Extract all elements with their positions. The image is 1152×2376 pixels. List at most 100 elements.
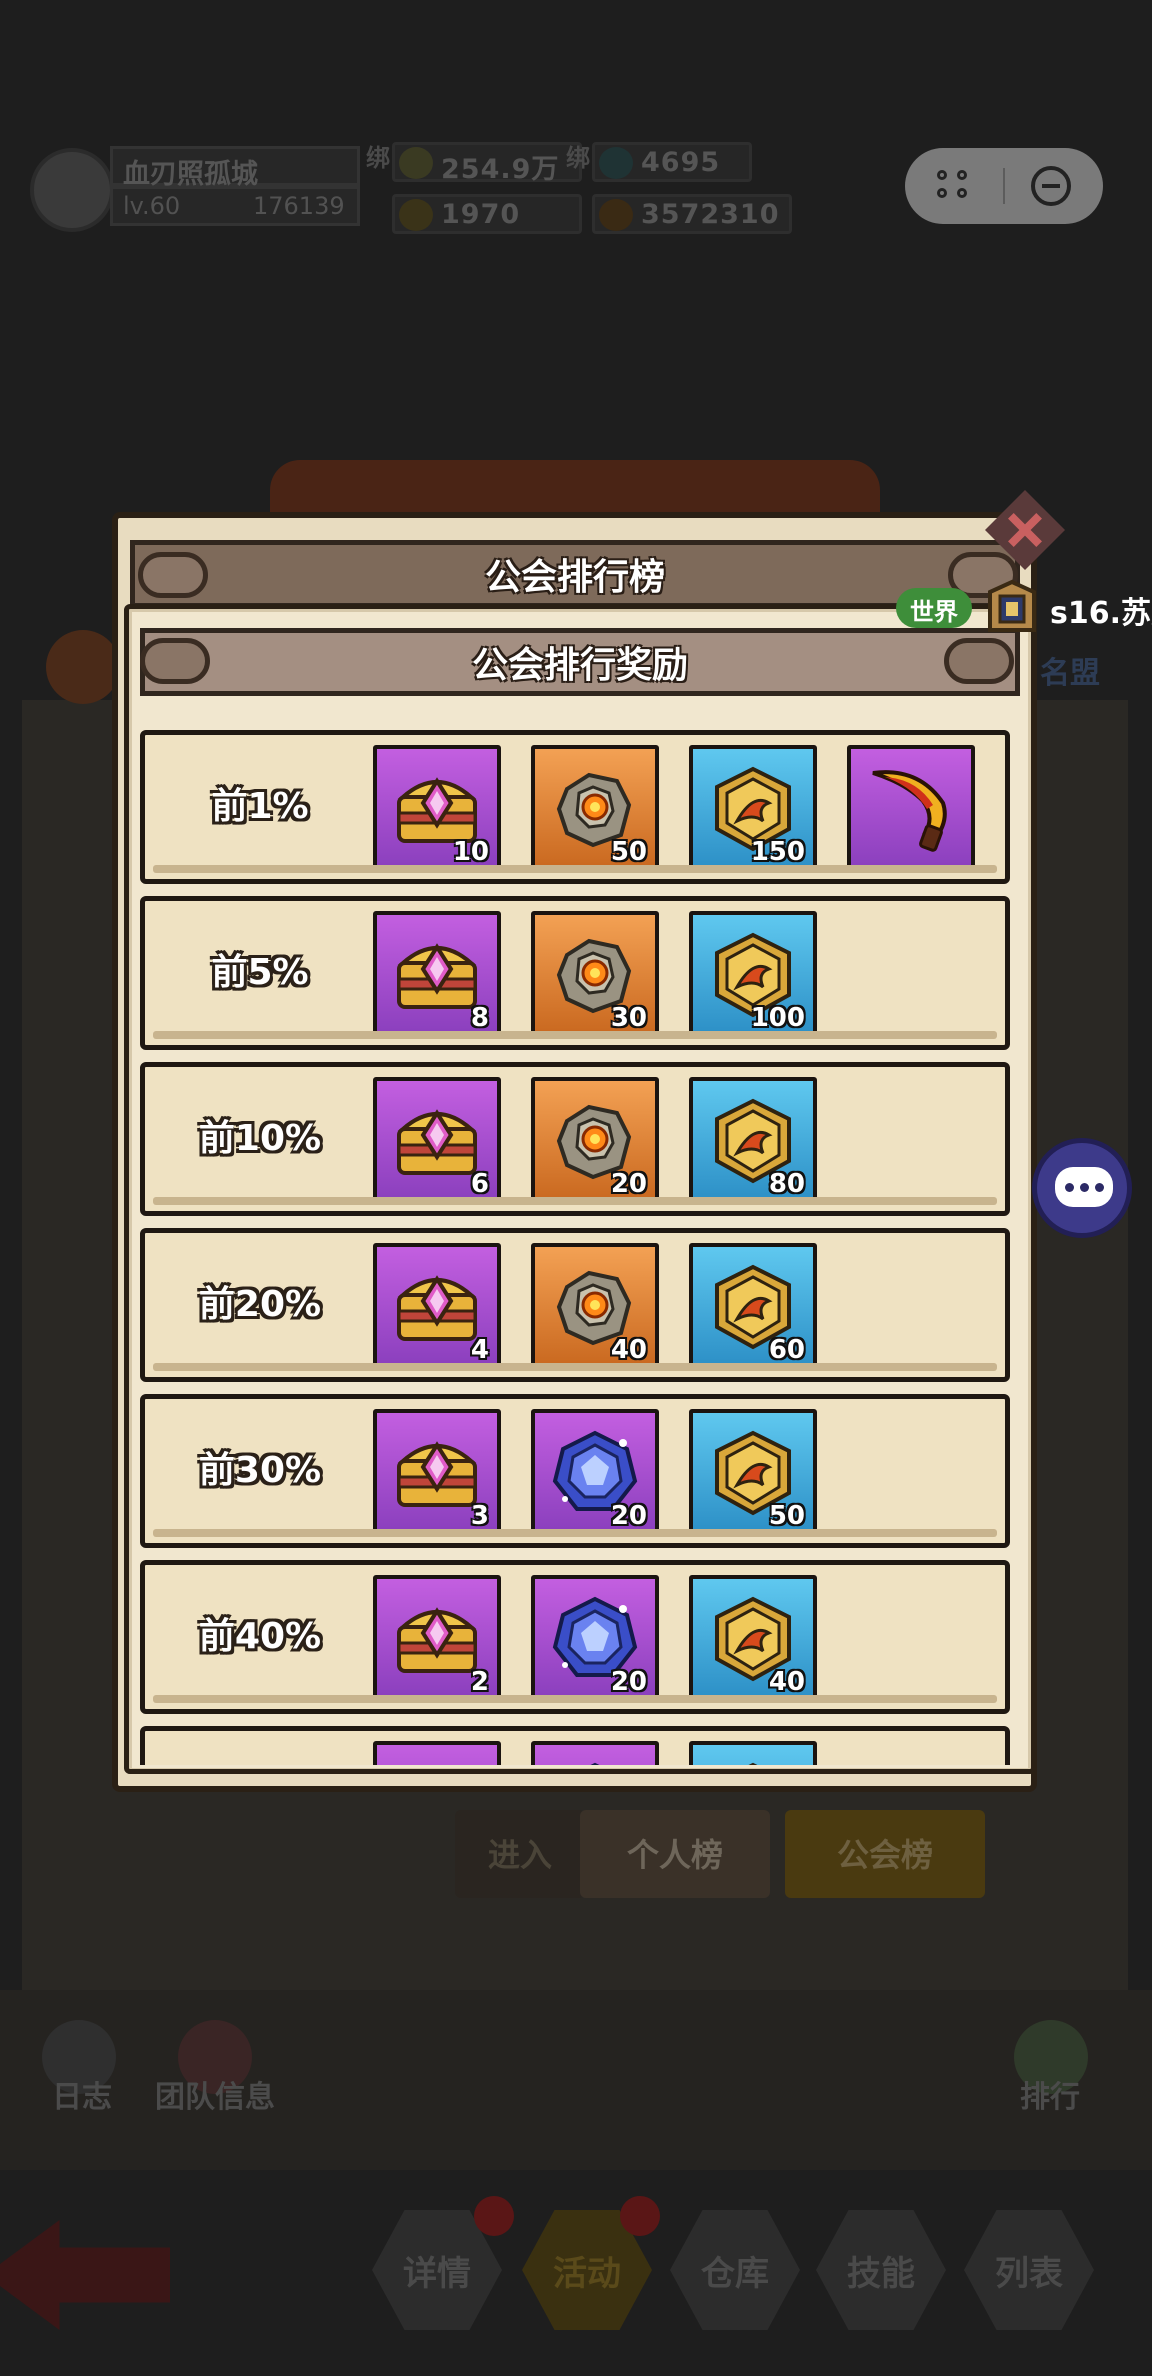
reward-panel-title: 公会排行奖励 (471, 645, 688, 686)
player-avatar[interactable] (30, 148, 114, 232)
reward-row: 前40% 2 20 40 (140, 1560, 1010, 1714)
coin-currency: 3572310 (592, 194, 792, 234)
chat-icon[interactable] (1032, 1138, 1132, 1238)
item-count: 60 (768, 1335, 805, 1365)
rank-tier-label: 前30% (198, 1450, 322, 1491)
reward-item-treasure-chest[interactable]: 2 (373, 1575, 501, 1703)
reward-item-gold-emblem[interactable]: 60 (689, 1243, 817, 1371)
treasure-chest-icon (391, 1427, 483, 1519)
minimize-icon[interactable] (1031, 166, 1071, 206)
reward-item-fire-ore[interactable]: 40 (531, 1243, 659, 1371)
reward-item-fire-ore[interactable]: 30 (531, 911, 659, 1039)
notification-badge (620, 2196, 660, 2236)
bound-gold-currency: 254.9万 (392, 142, 582, 185)
reward-item-treasure-chest[interactable]: 10 (373, 745, 501, 873)
reward-row (140, 1726, 1010, 1765)
gold-emblem-icon (707, 1759, 799, 1765)
ranking-label[interactable]: 排行 (1020, 2072, 1080, 2116)
rank-tier-label: 前20% (198, 1284, 322, 1325)
reward-item-treasure-chest[interactable]: 8 (373, 911, 501, 1039)
item-count: 20 (610, 1169, 647, 1199)
player-info: 血刃照孤城 lv.60 176139 (30, 140, 360, 232)
team-info-label[interactable]: 团队信息 (155, 2072, 275, 2116)
world-chat-message[interactable]: s16.苏灯 (1050, 588, 1152, 632)
item-count: 20 (610, 1501, 647, 1531)
item-count: 150 (750, 837, 805, 867)
guild-crest-icon (988, 579, 1036, 632)
reward-item-treasure-chest[interactable]: 4 (373, 1243, 501, 1371)
tab-personal-rank[interactable]: 个人榜 (580, 1810, 770, 1898)
back-arrow-icon[interactable] (0, 2220, 170, 2330)
star-currency: 1970 (392, 194, 582, 234)
region-label: 名盟 (1040, 656, 1100, 691)
log-label[interactable]: 日志 (52, 2072, 112, 2116)
reward-list[interactable]: 前1% 10 50 150 前5% 8 30 100 前10% 6 20 80 前20% 4 40 60 前30… (136, 730, 1026, 1765)
bind-label-2: 绑 (566, 144, 590, 172)
player-level: lv.60 (123, 192, 181, 220)
enter-button[interactable]: 进入 (455, 1810, 585, 1898)
mini-program-capsule (905, 148, 1103, 224)
world-channel-tag[interactable]: 世界 (896, 588, 972, 628)
rank-tier-label: 前1% (211, 786, 309, 827)
item-count: 30 (610, 1003, 647, 1033)
nav-warehouse[interactable]: 仓库 (670, 2210, 800, 2330)
flame-dagger-icon (865, 763, 957, 855)
treasure-chest-icon (391, 1261, 483, 1353)
reward-item-gold-emblem[interactable]: 50 (689, 1409, 817, 1537)
reward-row: 前10% 6 20 80 (140, 1062, 1010, 1216)
item-count: 8 (470, 1003, 489, 1033)
player-level-box: lv.60 176139 (110, 186, 360, 226)
item-count: 80 (768, 1169, 805, 1199)
item-count: 50 (610, 837, 647, 867)
rank-tier-label: 前10% (198, 1118, 322, 1159)
item-count: 20 (610, 1667, 647, 1697)
help-icon[interactable] (46, 630, 120, 704)
player-power: 176139 (253, 192, 345, 220)
reward-item-gold-emblem[interactable]: 80 (689, 1077, 817, 1205)
nav-skills[interactable]: 技能 (816, 2210, 946, 2330)
reward-item-fire-ore[interactable]: 50 (531, 745, 659, 873)
star-value: 1970 (441, 199, 521, 230)
reward-item-blue-gem[interactable]: 20 (531, 1409, 659, 1537)
item-count: 50 (768, 1501, 805, 1531)
reward-item-blue-gem[interactable] (531, 1741, 659, 1765)
rank-tier-label: 前40% (198, 1616, 322, 1657)
star-icon (399, 199, 433, 231)
reward-row: 前1% 10 50 150 (140, 730, 1010, 884)
treasure-chest-icon (391, 1095, 483, 1187)
gem-icon (599, 147, 633, 179)
reward-item-treasure-chest[interactable]: 3 (373, 1409, 501, 1537)
reward-item-fire-ore[interactable]: 20 (531, 1077, 659, 1205)
coin-value: 3572310 (641, 199, 780, 230)
nav-list[interactable]: 列表 (964, 2210, 1094, 2330)
reward-row: 前20% 4 40 60 (140, 1228, 1010, 1382)
treasure-chest-icon (391, 1759, 483, 1765)
item-count: 40 (768, 1667, 805, 1697)
notification-badge (474, 2196, 514, 2236)
item-count: 3 (470, 1501, 489, 1531)
reward-item-flame-dagger[interactable] (847, 745, 975, 873)
reward-item-gold-emblem[interactable]: 100 (689, 911, 817, 1039)
reward-item-gold-emblem[interactable]: 40 (689, 1575, 817, 1703)
coin-icon (599, 199, 633, 231)
player-name-box: 血刃照孤城 (110, 146, 360, 190)
rank-tier-label: 前5% (211, 952, 309, 993)
more-menu-icon[interactable] (937, 170, 977, 204)
item-count: 2 (470, 1667, 489, 1697)
item-count: 10 (452, 837, 489, 867)
reward-item-treasure-chest[interactable] (373, 1741, 501, 1765)
reward-item-gold-emblem[interactable]: 150 (689, 745, 817, 873)
bound-gem-value: 4695 (641, 147, 721, 178)
item-count: 6 (470, 1169, 489, 1199)
gold-icon (399, 147, 433, 179)
reward-row: 前30% 3 20 50 (140, 1394, 1010, 1548)
blue-gem-icon (549, 1759, 641, 1765)
tab-guild-rank[interactable]: 公会榜 (785, 1810, 985, 1898)
reward-item-treasure-chest[interactable]: 6 (373, 1077, 501, 1205)
reward-item-blue-gem[interactable]: 20 (531, 1575, 659, 1703)
reward-item-gold-emblem[interactable] (689, 1741, 817, 1765)
bind-label: 绑 (366, 144, 390, 172)
modal-title: 公会排行榜 (484, 557, 665, 598)
bound-gem-currency: 4695 (592, 142, 752, 182)
item-count: 100 (750, 1003, 805, 1033)
